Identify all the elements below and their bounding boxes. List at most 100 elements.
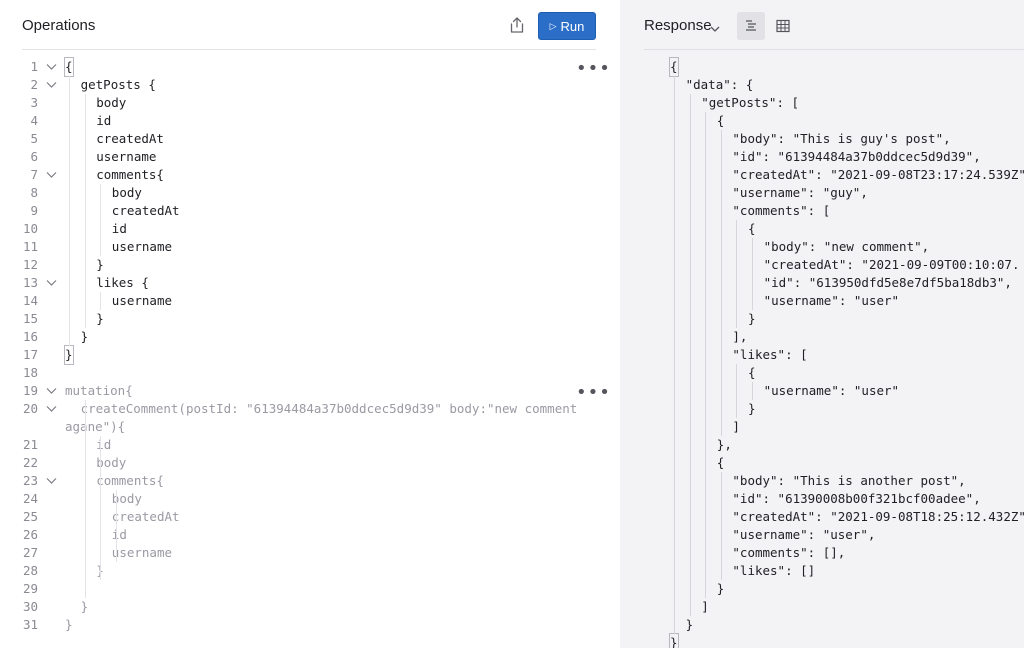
run-label: Run (560, 18, 585, 34)
json-line: "data": { (685, 77, 754, 92)
code-text: mutation{ (65, 383, 133, 398)
line-number: 28 (22, 563, 38, 578)
response-title[interactable]: Response (644, 17, 712, 34)
mutation-more-menu-icon[interactable]: ••• (576, 384, 611, 402)
code-text: } (64, 345, 74, 365)
json-indent-guide (720, 472, 722, 580)
json-line: } (669, 633, 679, 648)
line-number: 13 (22, 275, 38, 290)
json-line: { (748, 365, 756, 380)
line-number: 11 (22, 239, 38, 254)
line-number: 12 (22, 257, 38, 272)
fold-chevron-icon[interactable] (46, 76, 58, 94)
operations-title: Operations (22, 17, 96, 34)
json-line: "username": "user" (763, 293, 900, 308)
line-number: 7 (30, 167, 38, 182)
json-line: } (748, 401, 756, 416)
json-indent-guide (752, 382, 753, 400)
indent-guide (100, 184, 102, 256)
line-number: 1 (30, 59, 38, 74)
code-text: { (64, 57, 74, 77)
json-line: { (716, 113, 725, 128)
line-number: 22 (22, 455, 38, 470)
json-line: "createdAt": "2021-09-09T00:10:07. (763, 257, 1020, 272)
code-text: username (96, 149, 157, 164)
operations-panel: Operations ▷ Run 1 {2 getPosts { 3 body 4 id 5 c… (0, 0, 620, 648)
line-number: 2 (30, 77, 38, 92)
json-indent-guide (720, 130, 722, 436)
json-line: } (716, 581, 725, 596)
json-line: "body": "new comment", (763, 239, 930, 254)
code-text: username (111, 293, 173, 308)
json-line: "body": "This is another post", (732, 473, 966, 488)
json-indent-guide (752, 238, 753, 310)
code-text: createComment(postId: "61394484a37b0ddce… (80, 401, 578, 416)
json-line: "id": "61394484a37b0ddcec5d9d39", (732, 149, 981, 164)
json-line: { (716, 455, 725, 470)
json-line: "username": "user" (763, 383, 900, 398)
fold-chevron-icon[interactable] (46, 274, 58, 292)
code-text: id (96, 437, 112, 452)
json-line: "createdAt": "2021-09-08T18:25:12.432Z", (732, 509, 1024, 524)
text-lines-icon (746, 20, 756, 31)
json-line: "comments": [ (732, 203, 831, 218)
table-view-button[interactable] (769, 12, 797, 40)
line-number: 14 (22, 293, 38, 308)
json-line: "likes": [ (732, 347, 808, 362)
line-number: 23 (22, 473, 38, 488)
json-line: }, (716, 437, 732, 452)
indent-guide (84, 94, 86, 328)
query-more-menu-icon[interactable]: ••• (576, 60, 611, 78)
line-number: 4 (30, 113, 38, 128)
line-number: 8 (30, 185, 38, 200)
line-number: 15 (22, 311, 38, 326)
json-line: ], (732, 329, 748, 344)
fold-chevron-icon[interactable] (46, 166, 58, 184)
code-text: comments{ (96, 473, 164, 488)
fold-chevron-icon[interactable] (46, 58, 58, 76)
json-line: "body": "This is guy's post", (732, 131, 951, 146)
code-text: getPosts { (80, 77, 156, 92)
line-number: 21 (22, 437, 38, 452)
json-line: "likes": [] (732, 563, 816, 578)
code-text: } (65, 617, 73, 632)
run-button[interactable]: ▷ Run (538, 12, 596, 40)
json-indent-guide (705, 112, 707, 598)
fold-chevron-icon[interactable] (46, 400, 58, 418)
line-number: 3 (30, 95, 38, 110)
json-line: "id": "613950dfd5e8e7df5ba18db3", (763, 275, 1012, 290)
code-text: } (80, 599, 89, 614)
json-indent-guide (689, 94, 691, 616)
code-text: agane"){ (65, 419, 126, 434)
line-number: 10 (22, 221, 38, 236)
code-text: id (96, 113, 112, 128)
json-line: ] (701, 599, 709, 614)
indent-guide (84, 400, 86, 598)
response-header: Response (644, 0, 1024, 50)
json-line: { (748, 221, 756, 236)
line-number: 6 (30, 149, 38, 164)
indent-guide (69, 76, 70, 346)
code-text: createdAt (111, 509, 180, 524)
json-line: } (748, 311, 756, 326)
line-number: 20 (22, 401, 38, 416)
line-number: 30 (22, 599, 38, 614)
line-number: 24 (22, 491, 38, 506)
line-number: 17 (22, 347, 38, 362)
code-text: id (111, 527, 127, 542)
json-line: "username": "user", (732, 527, 876, 542)
json-indent-guide (674, 76, 675, 634)
text-view-button[interactable] (737, 12, 765, 40)
line-number: 5 (30, 131, 38, 146)
code-text: id (111, 221, 127, 236)
fold-chevron-icon[interactable] (46, 472, 58, 490)
fold-chevron-icon[interactable] (46, 382, 58, 400)
line-number: 18 (22, 365, 38, 380)
indent-guide (100, 292, 102, 310)
json-line: } (685, 617, 694, 632)
code-text: createdAt (111, 203, 180, 218)
code-text: } (96, 311, 104, 326)
chevron-down-icon[interactable] (710, 20, 720, 38)
share-icon[interactable] (508, 16, 526, 34)
code-text: body (111, 185, 142, 200)
